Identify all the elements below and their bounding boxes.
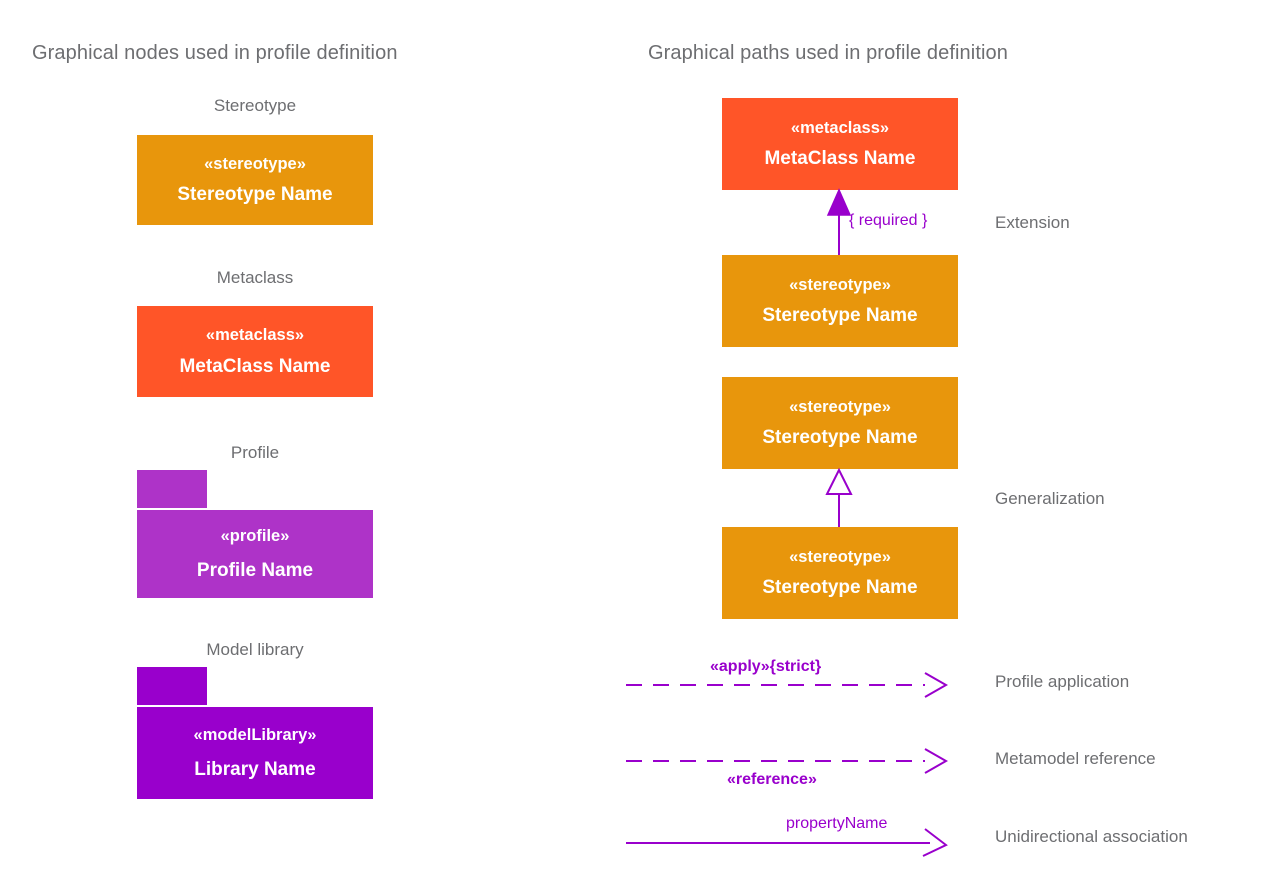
extension-target-metaclass-box: «metaclass» MetaClass Name xyxy=(722,98,958,190)
package-tab-profile xyxy=(137,470,207,508)
metamodel-reference-connector xyxy=(626,748,949,774)
generalization-source-keyword: «stereotype» xyxy=(789,547,891,566)
profile-keyword: «profile» xyxy=(220,527,290,546)
metaclass-name: MetaClass Name xyxy=(179,355,331,377)
nodes-section-title: Graphical nodes used in profile definiti… xyxy=(32,42,398,64)
model-library-name: Library Name xyxy=(194,758,316,780)
extension-stereotype-name: Stereotype Name xyxy=(762,305,918,327)
node-box-stereotype: «stereotype» Stereotype Name xyxy=(137,135,373,225)
path-label-extension: Extension xyxy=(995,213,1070,232)
extension-metaclass-keyword: «metaclass» xyxy=(790,118,890,137)
path-label-profile-application: Profile application xyxy=(995,672,1130,691)
package-body-profile: «profile» Profile Name xyxy=(137,510,373,598)
node-box-metaclass: «metaclass» MetaClass Name xyxy=(137,306,373,397)
extension-connector xyxy=(826,188,852,255)
node-caption-metaclass: Metaclass xyxy=(216,268,294,287)
metaclass-keyword: «metaclass» xyxy=(205,326,305,345)
model-library-keyword: «modelLibrary» xyxy=(193,726,317,745)
node-package-profile: «profile» Profile Name xyxy=(137,470,373,598)
diagram-canvas: Graphical nodes used in profile definiti… xyxy=(0,0,1276,888)
node-caption-model-library: Model library xyxy=(206,640,304,659)
node-caption-profile: Profile xyxy=(230,443,280,462)
profile-application-connector xyxy=(626,672,949,698)
unidirectional-association-connector xyxy=(626,828,948,857)
metamodel-reference-edge-text: «reference» xyxy=(727,771,817,788)
extension-stereotype-keyword: «stereotype» xyxy=(789,275,891,294)
path-label-metamodel-reference: Metamodel reference xyxy=(995,749,1156,768)
path-label-unidirectional-association: Unidirectional association xyxy=(995,827,1188,846)
extension-required-constraint: { required } xyxy=(849,212,928,229)
profile-application-edge-text: «apply»{strict} xyxy=(710,658,822,675)
node-package-model-library: «modelLibrary» Library Name xyxy=(137,667,373,799)
extension-source-stereotype-box: «stereotype» Stereotype Name xyxy=(722,255,958,347)
package-tab-model-library xyxy=(137,667,207,705)
extension-metaclass-name: MetaClass Name xyxy=(764,148,916,170)
generalization-target-keyword: «stereotype» xyxy=(789,397,891,416)
node-caption-stereotype: Stereotype xyxy=(213,96,297,115)
generalization-target-stereotype-box: «stereotype» Stereotype Name xyxy=(722,377,958,469)
generalization-source-name: Stereotype Name xyxy=(762,577,918,599)
unidirectional-association-edge-text: propertyName xyxy=(786,815,888,832)
profile-name: Profile Name xyxy=(196,559,314,581)
package-body-model-library: «modelLibrary» Library Name xyxy=(137,707,373,799)
paths-section-title: Graphical paths used in profile definiti… xyxy=(648,42,1008,64)
generalization-connector xyxy=(825,467,853,527)
stereotype-keyword: «stereotype» xyxy=(204,154,306,173)
generalization-target-name: Stereotype Name xyxy=(762,427,918,449)
path-label-generalization: Generalization xyxy=(995,489,1105,508)
stereotype-name: Stereotype Name xyxy=(177,184,333,206)
generalization-source-stereotype-box: «stereotype» Stereotype Name xyxy=(722,527,958,619)
